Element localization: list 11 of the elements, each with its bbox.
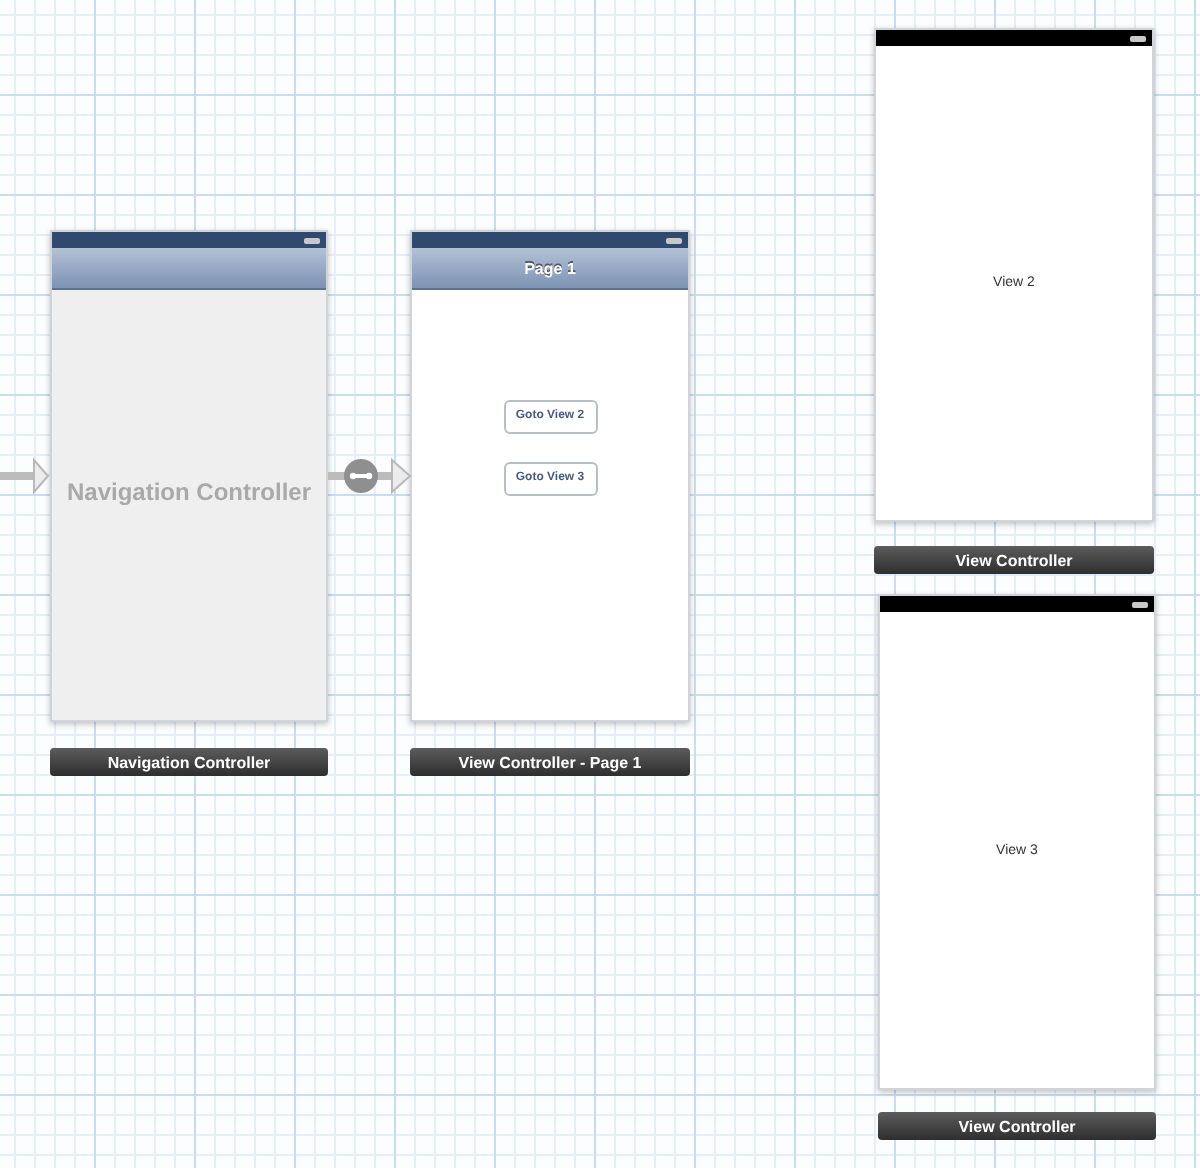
battery-icon: [1130, 35, 1146, 41]
scene-title-bar[interactable]: View Controller: [874, 546, 1154, 574]
scene-title-bar[interactable]: Navigation Controller: [50, 748, 328, 776]
segue-arrow[interactable]: [328, 458, 410, 494]
scene-title-bar[interactable]: View Controller: [878, 1112, 1156, 1140]
scene-title-bar[interactable]: View Controller - Page 1: [410, 748, 690, 776]
battery-icon: [304, 237, 320, 243]
navigation-title: Page 1: [524, 259, 576, 277]
placeholder-label: Navigation Controller: [66, 477, 311, 505]
battery-icon: [1132, 601, 1148, 607]
battery-icon: [666, 237, 682, 243]
